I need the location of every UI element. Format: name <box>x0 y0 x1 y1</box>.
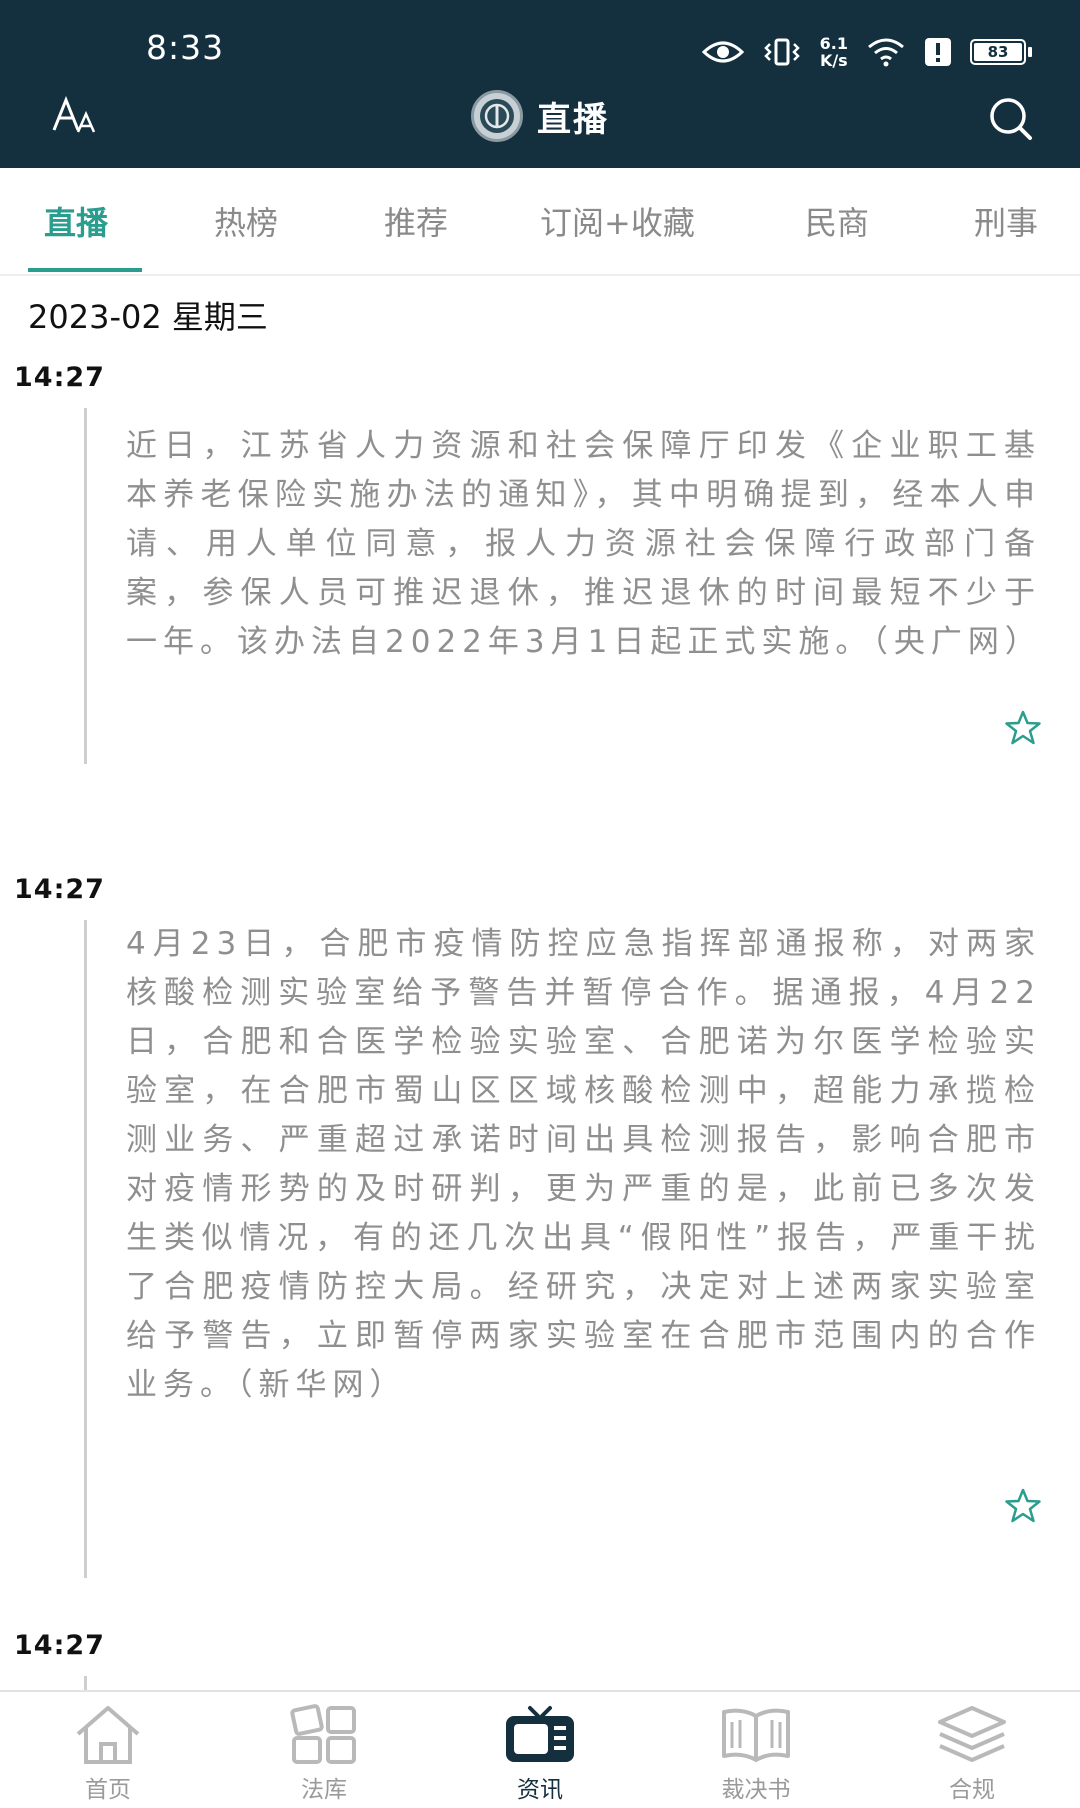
app-header: 8:33 6.1 K/s 83 直播 <box>0 0 1080 168</box>
feed-date: 2023-02 星期三 <box>28 298 268 336</box>
book-icon <box>722 1708 790 1762</box>
list-item[interactable]: 14:27 4月23日，合肥市疫情防控应急指挥部通报称，对两家核酸检测实验室给予… <box>0 874 1080 1594</box>
news-time: 14:27 <box>14 1630 105 1661</box>
battery-tip <box>1028 47 1032 57</box>
timeline-bar <box>84 408 87 764</box>
vibrate-icon <box>763 38 800 66</box>
nav-label: 合规 <box>949 1777 995 1803</box>
timeline-bar <box>84 1676 87 1690</box>
net-speed: 6.1 K/s <box>820 35 848 69</box>
list-item[interactable]: 14:27 近日，江苏省人力资源和社会保障厅印发《企业职工基本养老保险实施办法的… <box>0 362 1080 842</box>
battery-level: 83 <box>974 43 1022 61</box>
eye-icon <box>701 41 744 63</box>
tab-recommend[interactable]: 推荐 <box>384 198 448 244</box>
net-speed-value: 6.1 <box>819 34 848 53</box>
court-logo-icon <box>471 90 523 142</box>
live-feed[interactable]: 2023-02 星期三 14:27 近日，江苏省人力资源和社会保障厅印发《企业职… <box>0 278 1080 1690</box>
status-icons: 6.1 K/s 83 <box>701 30 1032 74</box>
nav-label: 首页 <box>85 1777 131 1803</box>
news-time: 14:27 <box>14 362 105 393</box>
search-icon[interactable] <box>986 94 1034 142</box>
nav-judgments[interactable]: 裁决书 <box>686 1704 826 1808</box>
tab-subscribe[interactable]: 订阅+收藏 <box>540 198 695 244</box>
tab-live[interactable]: 直播 <box>44 198 108 244</box>
page-title: 直播 <box>537 99 609 140</box>
news-time: 14:27 <box>14 874 105 905</box>
nav-label: 裁决书 <box>721 1777 791 1803</box>
nav-compliance[interactable]: 合规 <box>902 1704 1042 1808</box>
star-icon[interactable] <box>1004 710 1042 746</box>
home-icon <box>76 1706 140 1764</box>
category-tabs: 直播 热榜 推荐 订阅+收藏 民商 刑事 <box>0 168 1080 276</box>
news-text: 近日，江苏省人力资源和社会保障厅印发《企业职工基本养老保险实施办法的通知》，其中… <box>126 428 1042 660</box>
list-item[interactable]: 14:27 <box>0 1630 1080 1690</box>
nav-label: 法库 <box>301 1777 347 1803</box>
nav-law-library[interactable]: 法库 <box>254 1704 394 1808</box>
timeline-bar <box>84 920 87 1578</box>
header-title-area: 直播 <box>0 88 1080 144</box>
tab-civil-commercial[interactable]: 民商 <box>805 198 869 244</box>
tab-hot[interactable]: 热榜 <box>214 198 278 244</box>
wifi-icon <box>868 38 904 67</box>
active-tab-indicator <box>28 268 142 272</box>
status-time: 8:33 <box>146 28 225 67</box>
star-icon[interactable] <box>1004 1488 1042 1524</box>
news-text: 4月23日，合肥市疫情防控应急指挥部通报称，对两家核酸检测实验室给予警告并暂停合… <box>126 926 1041 1403</box>
tab-criminal[interactable]: 刑事 <box>974 198 1038 244</box>
tv-icon <box>506 1706 574 1762</box>
battery-indicator: 83 <box>970 39 1032 65</box>
nav-label: 资讯 <box>517 1777 563 1803</box>
nav-news[interactable]: 资讯 <box>470 1704 610 1808</box>
net-speed-unit: K/s <box>819 51 848 70</box>
grid-icon <box>290 1704 356 1764</box>
layers-icon <box>938 1706 1006 1762</box>
alert-icon <box>925 38 951 66</box>
bottom-navigation: 首页 法库 资讯 裁决书 合规 <box>0 1690 1080 1808</box>
nav-home[interactable]: 首页 <box>38 1704 178 1808</box>
battery-body: 83 <box>970 39 1026 65</box>
